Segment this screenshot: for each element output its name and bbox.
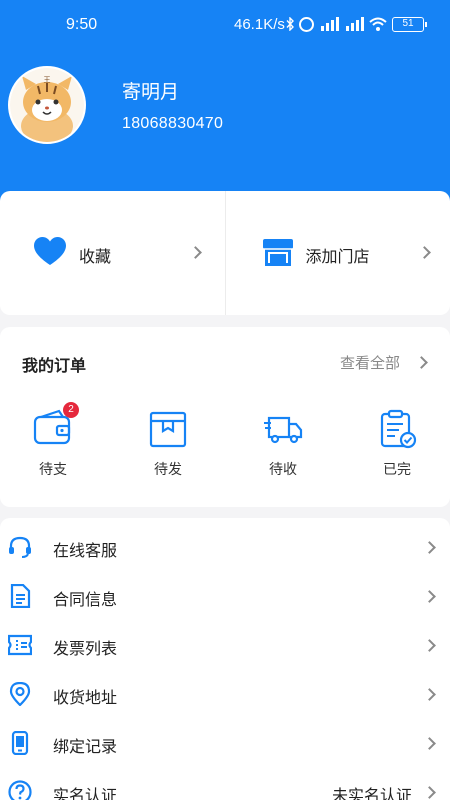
status-time: 9:50: [66, 16, 98, 33]
order-label: 待发: [154, 462, 182, 478]
tiger-cat-avatar-icon: 王: [10, 68, 84, 142]
clipboard-check-icon: [377, 409, 417, 449]
question-circle-icon: [8, 780, 32, 800]
menu-label: 合同信息: [53, 590, 118, 609]
chevron-right-icon: [189, 246, 202, 259]
chevron-right-icon[interactable]: [415, 356, 428, 369]
orders-card: 我的订单 查看全部 2 待支 待发 待收 已完: [0, 327, 450, 507]
status-bar: 9:50 46.1K/s 51: [0, 0, 450, 50]
view-all-label: 查看全部: [340, 354, 401, 372]
network-speed: 46.1K/s: [234, 16, 285, 33]
order-label: 待支: [39, 462, 67, 478]
favorites-button[interactable]: 收藏: [0, 191, 225, 315]
bluetooth-icon: [286, 17, 294, 31]
hd-signal-icon: [344, 17, 364, 31]
menu-item-contract-info[interactable]: 合同信息: [0, 571, 450, 620]
chevron-right-icon: [423, 688, 436, 701]
chevron-right-icon: [417, 246, 431, 259]
favorites-label: 收藏: [79, 247, 112, 266]
order-completed[interactable]: 已完: [352, 409, 442, 479]
order-pending-shipment[interactable]: 待发: [123, 409, 213, 479]
truck-icon: [263, 409, 303, 449]
status-icons: 51: [286, 14, 427, 34]
menu-item-real-name-auth[interactable]: 实名认证 未实名认证: [0, 767, 450, 800]
alarm-icon: [299, 16, 314, 32]
user-name: 寄明月: [122, 81, 180, 103]
pending-payment-badge: 2: [63, 402, 79, 418]
phone-icon: [11, 731, 29, 755]
profile-header: 9:50 46.1K/s 51 王 寄明月 18068830470: [0, 0, 450, 215]
menu-label: 实名认证: [53, 786, 118, 800]
avatar[interactable]: 王: [8, 66, 86, 144]
hd-signal-icon: [319, 17, 339, 31]
chevron-right-icon: [423, 541, 436, 554]
menu-item-binding-records[interactable]: 绑定记录: [0, 718, 450, 767]
store-icon: [262, 239, 293, 266]
order-label: 已完: [383, 462, 411, 478]
battery-icon: 51: [392, 16, 427, 32]
chevron-right-icon: [423, 737, 436, 750]
view-all-orders-link[interactable]: 查看全部: [340, 352, 400, 373]
menu-card: 在线客服 合同信息 发票列表 收货地址 绑定记录 实名认证 未实名认证: [0, 518, 450, 800]
menu-label: 绑定记录: [53, 737, 118, 756]
real-name-status: 未实名认证: [331, 786, 412, 800]
box-icon: [148, 409, 188, 449]
menu-label: 收货地址: [53, 688, 118, 707]
add-store-label: 添加门店: [305, 247, 370, 266]
svg-text:王: 王: [44, 76, 51, 84]
wifi-icon: [369, 17, 387, 31]
menu-item-customer-service[interactable]: 在线客服: [0, 522, 450, 571]
chevron-right-icon: [423, 590, 436, 603]
headset-icon: [9, 536, 31, 558]
chevron-right-icon: [423, 786, 436, 799]
heart-icon: [34, 237, 66, 265]
quick-links-card: 收藏 添加门店: [0, 191, 450, 315]
ticket-icon: [8, 634, 32, 656]
order-pending-receipt[interactable]: 待收: [238, 409, 328, 479]
document-icon: [10, 584, 31, 608]
menu-item-invoice-list[interactable]: 发票列表: [0, 620, 450, 669]
order-pending-payment[interactable]: 2 待支: [8, 402, 98, 479]
menu-label: 发票列表: [53, 639, 118, 658]
wallet-icon: 2: [33, 402, 79, 449]
menu-label: 在线客服: [53, 541, 118, 560]
order-label: 待收: [269, 462, 297, 478]
menu-item-shipping-address[interactable]: 收货地址: [0, 669, 450, 718]
chevron-right-icon: [423, 639, 436, 652]
location-pin-icon: [9, 682, 31, 706]
orders-title: 我的订单: [22, 356, 87, 375]
add-store-button[interactable]: 添加门店: [226, 191, 450, 315]
user-phone: 18068830470: [122, 115, 224, 132]
